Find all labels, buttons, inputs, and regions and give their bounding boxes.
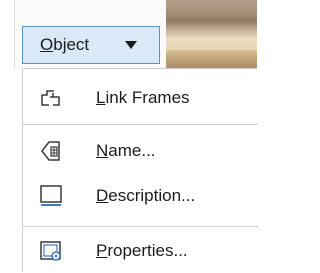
menu-separator <box>23 124 258 125</box>
dropdown-caret-icon <box>125 41 137 49</box>
menu-item-label: Link Frames <box>96 88 190 107</box>
menu-item-properties[interactable]: Properties... <box>23 229 258 273</box>
menu-item-label: Description... <box>96 186 196 205</box>
menu-item-label: Name... <box>96 141 156 160</box>
menu-item-label: Properties... <box>96 241 188 260</box>
menu-separator <box>23 226 258 227</box>
menu-item-link-frames[interactable]: Link Frames <box>23 77 258 121</box>
description-icon <box>39 183 63 207</box>
background-photo <box>166 0 257 69</box>
toolbar-edge <box>0 0 15 69</box>
object-menu-button[interactable]: Object <box>22 26 160 64</box>
object-context-menu: Link Frames Name... Description... Prope… <box>22 68 258 273</box>
toolbar: Object <box>0 0 257 69</box>
link-frames-icon <box>39 87 63 111</box>
properties-icon <box>39 239 63 263</box>
object-button-label: Object <box>40 35 90 54</box>
name-icon <box>39 139 63 163</box>
menu-item-description[interactable]: Description... <box>23 175 258 219</box>
menu-item-name[interactable]: Name... <box>23 131 258 175</box>
